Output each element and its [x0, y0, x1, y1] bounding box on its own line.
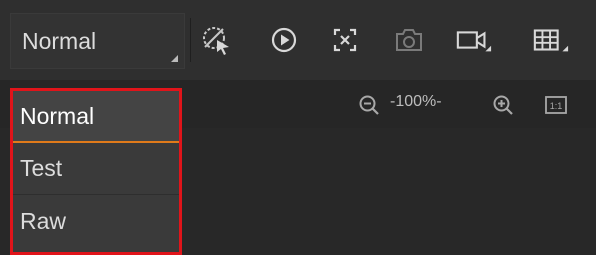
zoom-out-button[interactable] [356, 92, 382, 118]
mode-select[interactable]: Normal [10, 13, 185, 69]
camera-icon [396, 29, 422, 51]
video-icon [456, 31, 492, 52]
roi-select-button[interactable] [197, 22, 235, 58]
dropdown-option-test[interactable]: Test [13, 143, 179, 195]
dropdown-option-label: Raw [20, 207, 67, 234]
expand-icon [333, 28, 357, 52]
actual-size-label: 1:1 [550, 101, 563, 111]
grid-icon [533, 29, 569, 52]
dropdown-caret-icon [171, 55, 178, 62]
zoom-level: -100%- [390, 93, 442, 110]
dropdown-option-raw[interactable]: Raw [13, 195, 179, 247]
zoom-in-button[interactable] [490, 92, 516, 118]
zoom-in-icon [493, 95, 513, 115]
zoom-out-icon [359, 95, 379, 115]
dropdown-option-normal[interactable]: Normal [13, 91, 179, 143]
snapshot-button[interactable] [390, 22, 428, 58]
toolbar: Normal [0, 0, 596, 80]
dropdown-option-label: Test [20, 155, 63, 181]
roi-disabled-icon [203, 27, 229, 55]
play-button[interactable] [265, 22, 303, 58]
toolbar-separator [190, 18, 191, 62]
dropdown-option-label: Normal [20, 102, 95, 129]
actual-size-icon: 1:1 [545, 96, 567, 114]
record-button[interactable] [455, 22, 493, 58]
grid-button[interactable] [532, 22, 570, 58]
actual-size-button[interactable]: 1:1 [543, 92, 569, 118]
fullscreen-button[interactable] [326, 22, 364, 58]
play-icon [271, 27, 297, 53]
mode-select-value: Normal [22, 27, 97, 54]
mode-dropdown: Normal Test Raw [10, 88, 182, 255]
